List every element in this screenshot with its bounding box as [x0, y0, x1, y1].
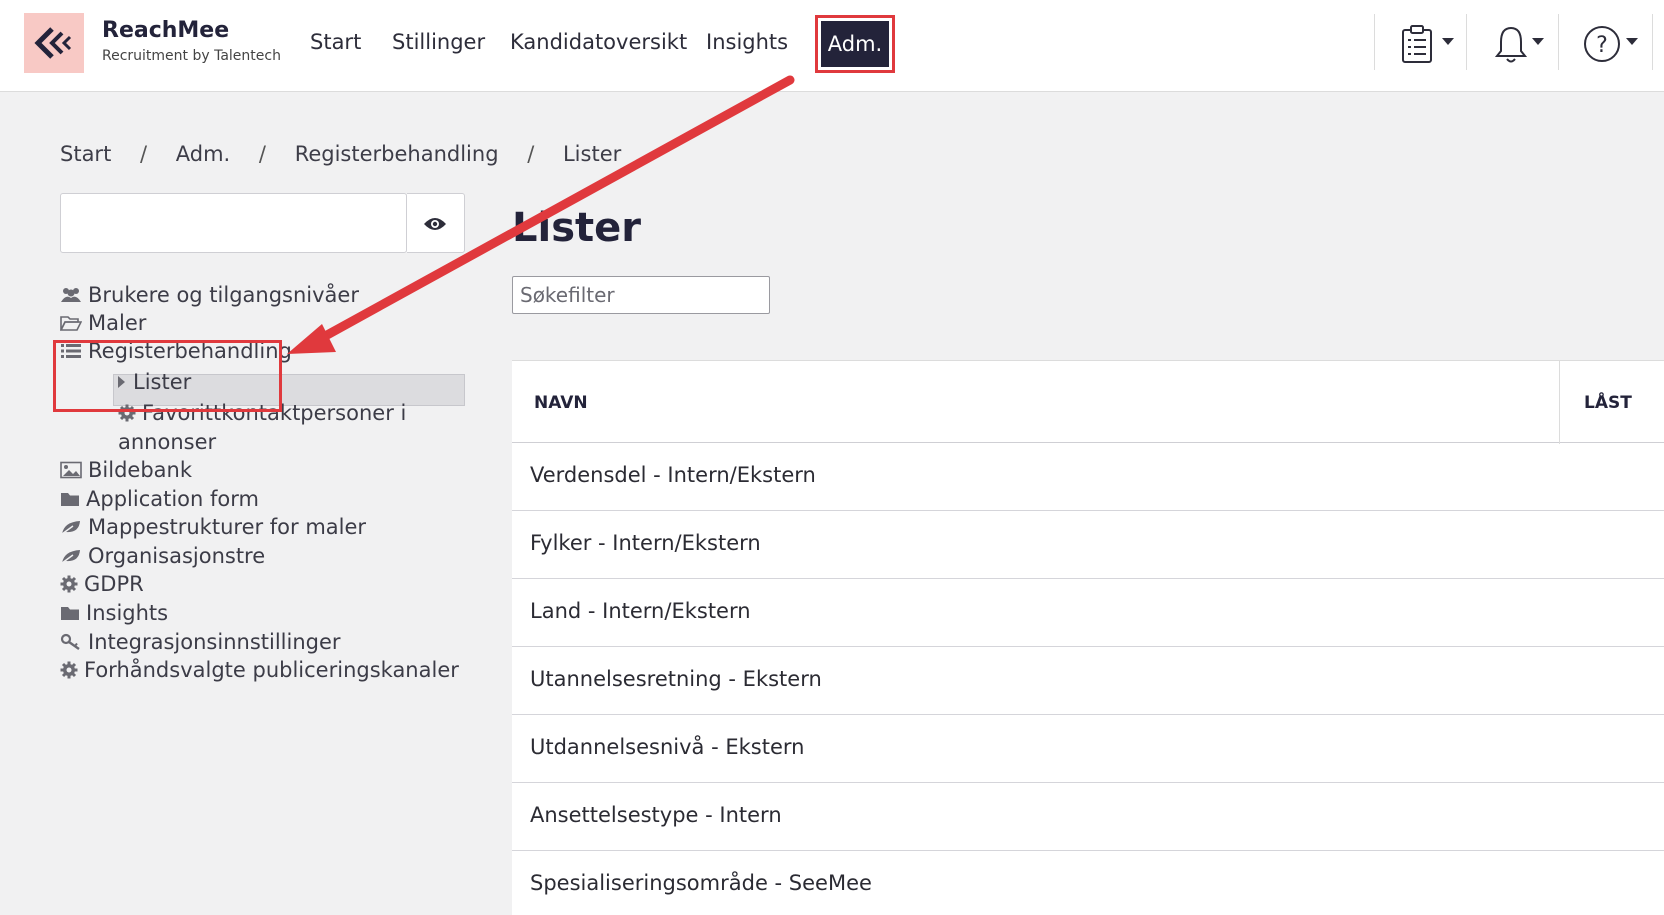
- gear-icon: [60, 574, 78, 593]
- breadcrumb-adm[interactable]: Adm.: [176, 142, 230, 166]
- reachmee-logo-icon[interactable]: [24, 13, 84, 73]
- folder-icon: [60, 489, 80, 507]
- table-header: NAVN LÅST: [512, 360, 1664, 444]
- help-icon[interactable]: ?: [1582, 24, 1622, 68]
- sidebar-item-label: Forhåndsvalgte publiceringskanaler: [84, 658, 459, 682]
- sidebar-item-label: Bildebank: [88, 458, 192, 482]
- toggle-visibility-button[interactable]: [407, 193, 465, 253]
- breadcrumb-separator: /: [527, 142, 535, 166]
- nav-divider: [1652, 14, 1653, 70]
- breadcrumb-separator: /: [140, 142, 148, 166]
- nav-adm-highlight: Adm.: [815, 15, 895, 73]
- sidebar-item-gdpr[interactable]: GDPR: [60, 572, 144, 596]
- key-icon: [60, 632, 82, 650]
- table-cell-navn: Utannelsesretning - Ekstern: [530, 667, 822, 691]
- sidebar-item-application-form[interactable]: Application form: [60, 487, 259, 511]
- column-divider: [1559, 361, 1560, 444]
- gear-icon: [60, 660, 78, 679]
- nav-kandidatoversikt[interactable]: Kandidatoversikt: [510, 30, 687, 54]
- table-cell-navn: Spesialiseringsområde - SeeMee: [530, 871, 872, 895]
- table-cell-navn: Utdannelsesnivå - Ekstern: [530, 735, 805, 759]
- eye-icon: [424, 218, 446, 230]
- leaf-icon: [60, 517, 82, 535]
- sidebar-search-input[interactable]: [60, 193, 407, 253]
- column-header-navn[interactable]: NAVN: [534, 393, 588, 413]
- sidebar-item-organisasjonstre[interactable]: Organisasjonstre: [60, 544, 265, 568]
- bell-icon[interactable]: [1494, 24, 1528, 68]
- leaf-icon: [60, 546, 82, 564]
- sidebar-item-label: Maler: [88, 311, 147, 335]
- folder-icon: [60, 603, 80, 621]
- registerbehandling-highlight-box: [53, 340, 282, 412]
- search-filter-input[interactable]: [512, 276, 770, 314]
- breadcrumb-registerbehandling[interactable]: Registerbehandling: [295, 142, 499, 166]
- nav-divider: [1558, 14, 1559, 70]
- table-cell-navn: Verdensdel - Intern/Ekstern: [530, 463, 816, 487]
- clipboard-chevron-down-icon[interactable]: [1442, 38, 1454, 45]
- breadcrumb-start[interactable]: Start: [60, 142, 111, 166]
- nav-stillinger[interactable]: Stillinger: [392, 30, 485, 54]
- table-row[interactable]: Verdensdel - Intern/Ekstern: [512, 443, 1664, 511]
- table-row[interactable]: Utannelsesretning - Ekstern: [512, 647, 1664, 715]
- nav-insights[interactable]: Insights: [706, 30, 788, 54]
- top-navbar: ReachMee Recruitment by Talentech Start …: [0, 0, 1664, 92]
- sidebar-item-label: Brukere og tilgangsnivåer: [88, 283, 359, 307]
- folder-open-icon: [59, 313, 83, 331]
- bell-chevron-down-icon[interactable]: [1532, 38, 1544, 45]
- sidebar-item-bildebank[interactable]: Bildebank: [60, 458, 192, 482]
- sidebar-item-integrasjonsinnstillinger[interactable]: Integrasjonsinnstillinger: [60, 630, 341, 654]
- svg-text:?: ?: [1596, 33, 1608, 58]
- nav-start[interactable]: Start: [310, 30, 361, 54]
- sidebar-item-label: Insights: [86, 601, 169, 625]
- breadcrumb-separator: /: [258, 142, 266, 166]
- clipboard-icon[interactable]: [1400, 24, 1434, 68]
- table-cell-navn: Fylker - Intern/Ekstern: [530, 531, 761, 555]
- sidebar-item-mappestrukturer[interactable]: Mappestrukturer for maler: [60, 515, 366, 539]
- sidebar-item-maler[interactable]: Maler: [59, 311, 147, 335]
- nav-divider: [1466, 14, 1467, 70]
- sidebar-item-forhandsvalgte-publiceringskanaler[interactable]: Forhåndsvalgte publiceringskanaler: [60, 658, 459, 682]
- table-row[interactable]: Utdannelsesnivå - Ekstern: [512, 715, 1664, 783]
- brand-subtitle: Recruitment by Talentech: [102, 48, 281, 64]
- image-icon: [60, 460, 82, 479]
- brand-name: ReachMee: [102, 18, 230, 43]
- users-icon: [60, 285, 82, 303]
- nav-divider: [1374, 14, 1375, 70]
- table-row[interactable]: Spesialiseringsområde - SeeMee: [512, 851, 1664, 915]
- sidebar-item-label: GDPR: [84, 572, 144, 596]
- breadcrumb-current: Lister: [562, 142, 622, 166]
- column-header-last[interactable]: LÅST: [1584, 393, 1632, 413]
- sidebar-item-label: Organisasjonstre: [88, 544, 266, 568]
- lists-table: NAVN LÅST Verdensdel - Intern/Ekstern Fy…: [512, 360, 1664, 915]
- table-cell-navn: Land - Intern/Ekstern: [530, 599, 751, 623]
- sidebar-item-label: Integrasjonsinnstillinger: [88, 630, 341, 654]
- sidebar-item-label: Application form: [86, 487, 259, 511]
- table-row[interactable]: Land - Intern/Ekstern: [512, 579, 1664, 647]
- table-cell-navn: Ansettelsestype - Intern: [530, 803, 782, 827]
- table-row[interactable]: Ansettelsestype - Intern: [512, 783, 1664, 851]
- sidebar-item-brukere[interactable]: Brukere og tilgangsnivåer: [60, 283, 359, 307]
- sidebar-item-label: Mappestrukturer for maler: [88, 515, 367, 539]
- sidebar-item-insights[interactable]: Insights: [60, 601, 168, 625]
- help-chevron-down-icon[interactable]: [1626, 38, 1638, 45]
- table-row[interactable]: Fylker - Intern/Ekstern: [512, 511, 1664, 579]
- sidebar-item-label-continued: annonser: [118, 430, 217, 454]
- nav-adm[interactable]: Adm.: [821, 21, 889, 67]
- page-title: Lister: [512, 205, 641, 251]
- breadcrumb: Start / Adm. / Registerbehandling / List…: [60, 142, 621, 166]
